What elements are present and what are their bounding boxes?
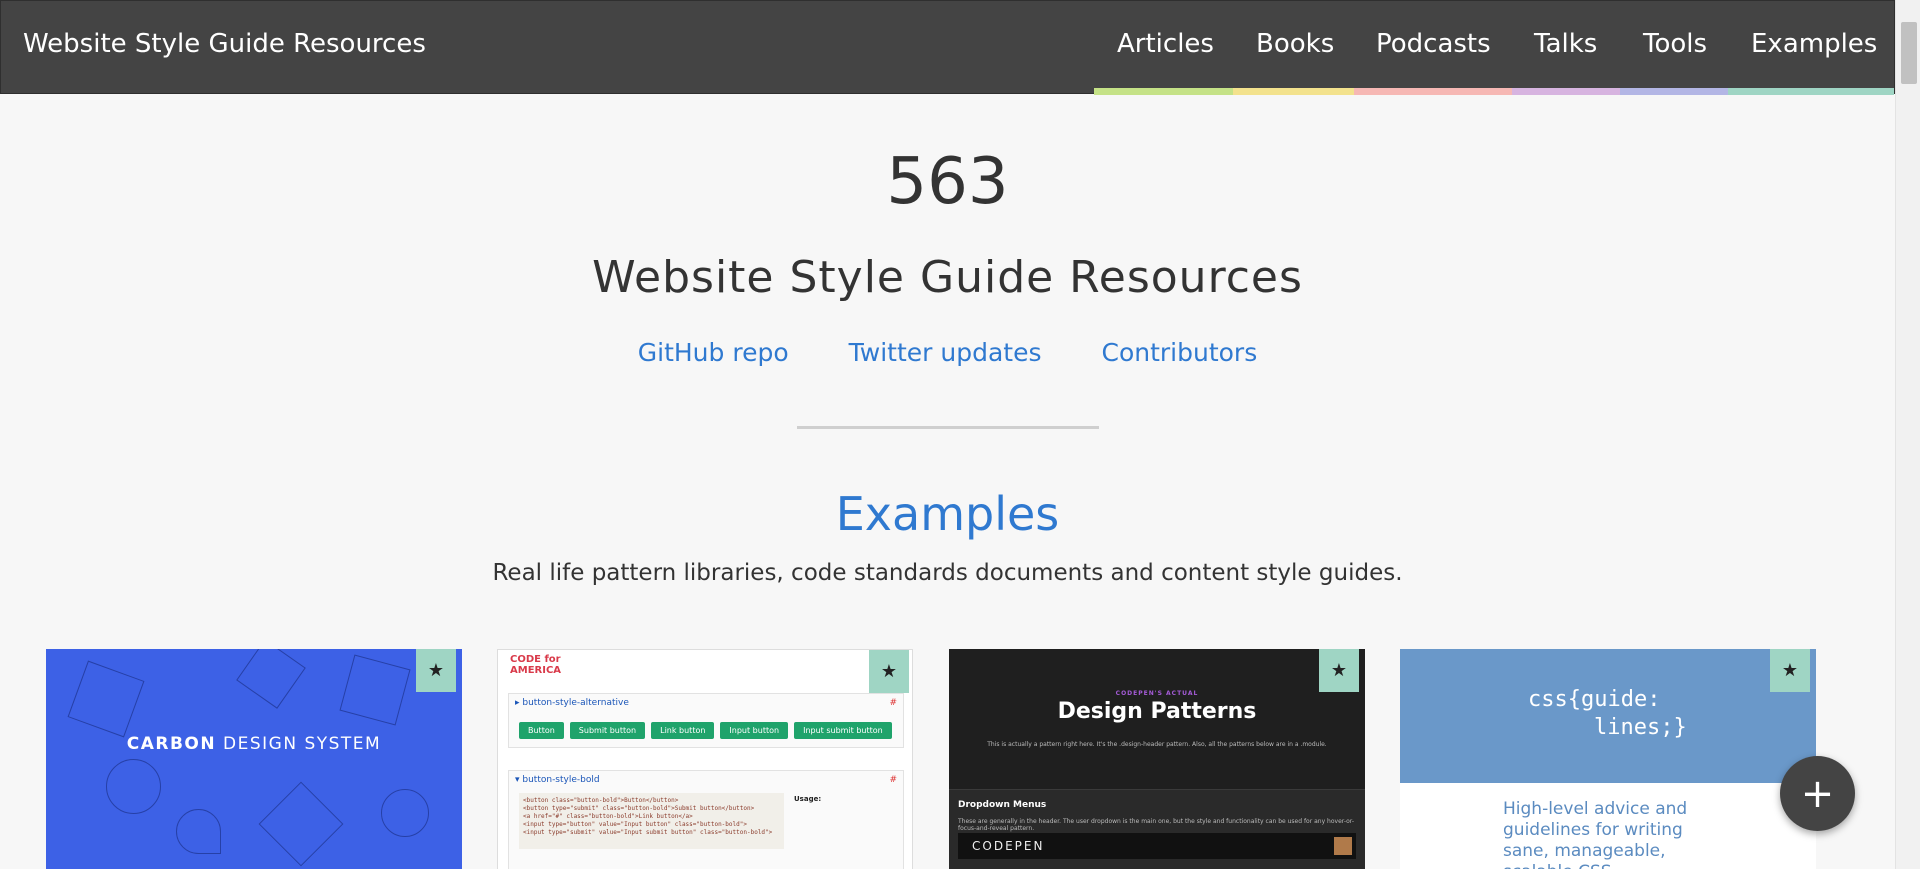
- nav-books-color-bar: [1233, 88, 1354, 95]
- background-shape: [176, 809, 221, 854]
- cfa-demo-button: Link button: [651, 722, 715, 739]
- nav-tools-color-bar: [1620, 88, 1728, 95]
- nav-talks-label: Talks: [1534, 29, 1598, 59]
- nav-podcasts-color-bar: [1354, 88, 1512, 95]
- cfa-logo: CODE for AMERICA: [510, 654, 561, 676]
- code-line: <button type="submit" class="button-bold…: [523, 805, 755, 812]
- code-line: <button class="button-bold">Button</butt…: [523, 797, 679, 804]
- cfa-panel-title: ▸ button-style-alternative: [515, 698, 629, 708]
- github-repo-link[interactable]: GitHub repo: [638, 338, 789, 367]
- background-shape: [258, 781, 344, 867]
- cfa-code-sample: <button class="button-bold">Button</butt…: [519, 793, 784, 849]
- codepen-dropdown-section: Dropdown Menus These are generally in th…: [949, 789, 1365, 869]
- carbon-label-bold: CARBON: [126, 734, 217, 754]
- divider: [797, 426, 1099, 429]
- codepen-kicker: CODEPEN'S ACTUAL: [1115, 690, 1199, 697]
- css-guidelines-logo-line2: lines;}: [1594, 715, 1687, 740]
- nav-articles-color-bar: [1094, 88, 1233, 95]
- nav-articles-label: Articles: [1117, 29, 1214, 59]
- example-card-carbon[interactable]: CARBON DESIGN SYSTEM ★: [46, 649, 462, 869]
- example-card-code-for-america[interactable]: CODE forAMERICA ME ▸ button-style-altern…: [497, 649, 913, 869]
- background-shape: [106, 759, 161, 814]
- codepen-title: Design Patterns: [1057, 699, 1257, 724]
- example-card-codepen[interactable]: CODEPEN'S ACTUAL Design Patterns This is…: [949, 649, 1365, 869]
- hero-links: GitHub repo Twitter updates Contributors: [0, 338, 1895, 367]
- css-guidelines-header: css{guide: lines;}: [1400, 649, 1816, 783]
- background-shape: [236, 649, 306, 709]
- carbon-label-rest: DESIGN SYSTEM: [223, 734, 382, 754]
- avatar: [1334, 837, 1352, 855]
- cfa-panel-title: ▾ button-style-bold: [515, 775, 600, 785]
- code-line: <input type="button" value="Input button…: [523, 821, 747, 828]
- codepen-section-description: These are generally in the header. The u…: [958, 818, 1355, 832]
- codepen-header-bar: CODEPEN: [958, 833, 1356, 859]
- nav-talks-color-bar: [1512, 88, 1620, 95]
- cfa-demo-button: Input submit button: [794, 722, 892, 739]
- code-line: <input type="submit" value="Input submit…: [523, 829, 773, 836]
- codepen-logo: CODEPEN: [972, 839, 1045, 853]
- nav-talks[interactable]: Talks: [1512, 1, 1620, 95]
- nav-examples[interactable]: Examples: [1728, 1, 1894, 95]
- nav-podcasts-label: Podcasts: [1376, 29, 1491, 59]
- nav-tools-label: Tools: [1643, 29, 1708, 59]
- favorite-star-icon[interactable]: ★: [416, 649, 456, 692]
- scrollbar-thumb[interactable]: [1901, 22, 1917, 84]
- main-nav: Articles Books Podcasts Talks Tools Exam…: [1094, 1, 1894, 95]
- page-title: Website Style Guide Resources: [592, 252, 1303, 303]
- example-card-css-guidelines[interactable]: css{guide: lines;} High-level advice and…: [1400, 649, 1816, 869]
- background-shape: [67, 660, 145, 738]
- resource-count: 563: [886, 145, 1009, 219]
- codepen-section-title: Dropdown Menus: [958, 800, 1047, 810]
- codepen-description: This is actually a pattern right here. I…: [987, 741, 1327, 748]
- favorite-star-icon[interactable]: ★: [869, 650, 909, 693]
- favorite-star-icon[interactable]: ★: [1319, 649, 1359, 692]
- cfa-demo-button: Submit button: [569, 722, 646, 739]
- cfa-usage-label: Usage:: [794, 795, 822, 803]
- nav-examples-label: Examples: [1751, 29, 1878, 59]
- favorite-star-icon[interactable]: ★: [1770, 649, 1810, 692]
- twitter-updates-link[interactable]: Twitter updates: [849, 338, 1042, 367]
- background-shape: [339, 654, 411, 726]
- top-navigation-bar: Website Style Guide Resources Articles B…: [0, 0, 1895, 95]
- cfa-panel-hash: #: [889, 698, 897, 708]
- cfa-panel-bold: ▾ button-style-bold # <button class="but…: [508, 770, 904, 869]
- carbon-card-label: CARBON DESIGN SYSTEM: [46, 734, 462, 754]
- site-title[interactable]: Website Style Guide Resources: [23, 29, 426, 59]
- background-shape: [381, 789, 429, 837]
- nav-articles[interactable]: Articles: [1094, 1, 1233, 95]
- vertical-scrollbar[interactable]: [1895, 0, 1920, 869]
- css-guidelines-logo-line1: css{guide:: [1528, 687, 1661, 712]
- section-subtitle: Real life pattern libraries, code standa…: [492, 560, 1403, 586]
- code-line: <a href="#" class="button-bold">Link but…: [523, 813, 693, 820]
- cfa-demo-button: Button: [519, 722, 564, 739]
- css-guidelines-blurb: High-level advice and guidelines for wri…: [1503, 799, 1688, 869]
- nav-examples-color-bar: [1728, 88, 1894, 95]
- cfa-logo-line2: AMERICA: [510, 665, 562, 676]
- cfa-demo-button: Input button: [720, 722, 789, 739]
- nav-books-label: Books: [1256, 29, 1335, 59]
- cfa-panel-alternative: ▸ button-style-alternative # Button Subm…: [508, 693, 904, 748]
- cfa-button-row: Button Submit button Link button Input b…: [519, 722, 892, 739]
- cfa-logo-line1: CODE for: [510, 654, 561, 665]
- cfa-panel-hash: #: [889, 775, 897, 785]
- nav-podcasts[interactable]: Podcasts: [1354, 1, 1512, 95]
- section-title[interactable]: Examples: [0, 487, 1895, 541]
- contributors-link[interactable]: Contributors: [1101, 338, 1257, 367]
- nav-books[interactable]: Books: [1233, 1, 1354, 95]
- nav-tools[interactable]: Tools: [1620, 1, 1728, 95]
- add-resource-button[interactable]: +: [1780, 756, 1855, 831]
